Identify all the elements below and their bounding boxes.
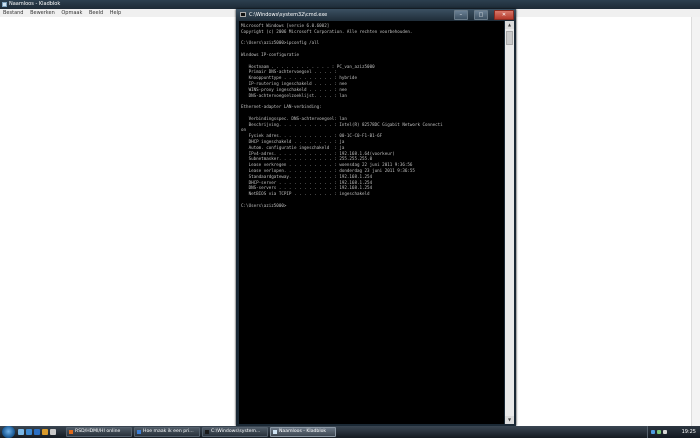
cmd-window-controls: – □ ✕ <box>453 10 514 20</box>
notepad-scrollbar[interactable] <box>691 17 700 426</box>
volume-icon[interactable] <box>657 430 661 434</box>
taskbar-button-label: Hoe maak ik een pri... <box>143 429 194 434</box>
cmd-titlebar[interactable]: C:\Windows\system32\cmd.exe – □ ✕ <box>236 9 516 21</box>
scroll-up-arrow-icon[interactable]: ▲ <box>505 21 514 29</box>
app-icon <box>205 430 209 434</box>
internet-explorer-icon[interactable] <box>34 429 40 435</box>
menu-view[interactable]: Beeld <box>89 9 103 17</box>
minimize-button[interactable]: – <box>453 10 468 20</box>
scroll-down-arrow-icon[interactable]: ▼ <box>505 416 514 424</box>
menu-edit[interactable]: Bewerken <box>30 9 55 17</box>
cmd-scrollbar[interactable]: ▲ ▼ <box>505 21 514 424</box>
console-line: C:\Users\aziz5000> <box>241 202 287 208</box>
taskbar-button-label: Naamloos - Kladblok <box>279 429 327 434</box>
clock[interactable]: 19:25 <box>682 426 696 438</box>
notepad-titlebar: Naamloos - Kladblok <box>0 0 700 9</box>
console-text: Microsoft Windows [versie 6.0.6002] Copyr… <box>239 21 504 209</box>
taskbar-button-label: RSD/HDMI/HI online <box>75 429 121 434</box>
show-desktop-icon[interactable] <box>18 429 24 435</box>
media-player-icon[interactable] <box>42 429 48 435</box>
close-button[interactable]: ✕ <box>494 10 514 20</box>
system-tray: 19:25 <box>647 426 700 438</box>
start-button[interactable] <box>2 426 15 438</box>
taskbar-button[interactable]: RSD/HDMI/HI online <box>66 427 132 437</box>
scroll-thumb[interactable] <box>506 31 513 45</box>
notepad-title: Naamloos - Kladblok <box>9 1 61 7</box>
cmd-icon <box>240 12 246 17</box>
cmd-title: C:\Windows\system32\cmd.exe <box>249 12 328 18</box>
network-icon[interactable] <box>651 430 655 434</box>
notepad-icon <box>2 2 7 7</box>
switch-windows-icon[interactable] <box>26 429 32 435</box>
quicklaunch-icon[interactable] <box>50 429 56 435</box>
taskbar-button-label: C:\Windows\system... <box>211 429 261 434</box>
app-icon <box>137 430 141 434</box>
taskbar-button[interactable]: Hoe maak ik een pri... <box>134 427 200 437</box>
taskbar-button[interactable]: C:\Windows\system... <box>202 427 268 437</box>
app-icon <box>69 430 73 434</box>
menu-format[interactable]: Opmaak <box>61 9 82 17</box>
menu-help[interactable]: Help <box>110 9 121 17</box>
taskbar-button[interactable]: Naamloos - Kladblok <box>270 427 336 437</box>
menu-file[interactable]: Bestand <box>3 9 23 17</box>
app-icon <box>273 430 277 434</box>
maximize-button[interactable]: □ <box>473 10 488 20</box>
tray-icon[interactable] <box>663 430 667 434</box>
taskbar: RSD/HDMI/HI online Hoe maak ik een pri...… <box>0 426 700 438</box>
cmd-window: C:\Windows\system32\cmd.exe – □ ✕ Micros… <box>236 9 516 426</box>
console-output[interactable]: Microsoft Windows [versie 6.0.6002] Copyr… <box>239 21 504 424</box>
